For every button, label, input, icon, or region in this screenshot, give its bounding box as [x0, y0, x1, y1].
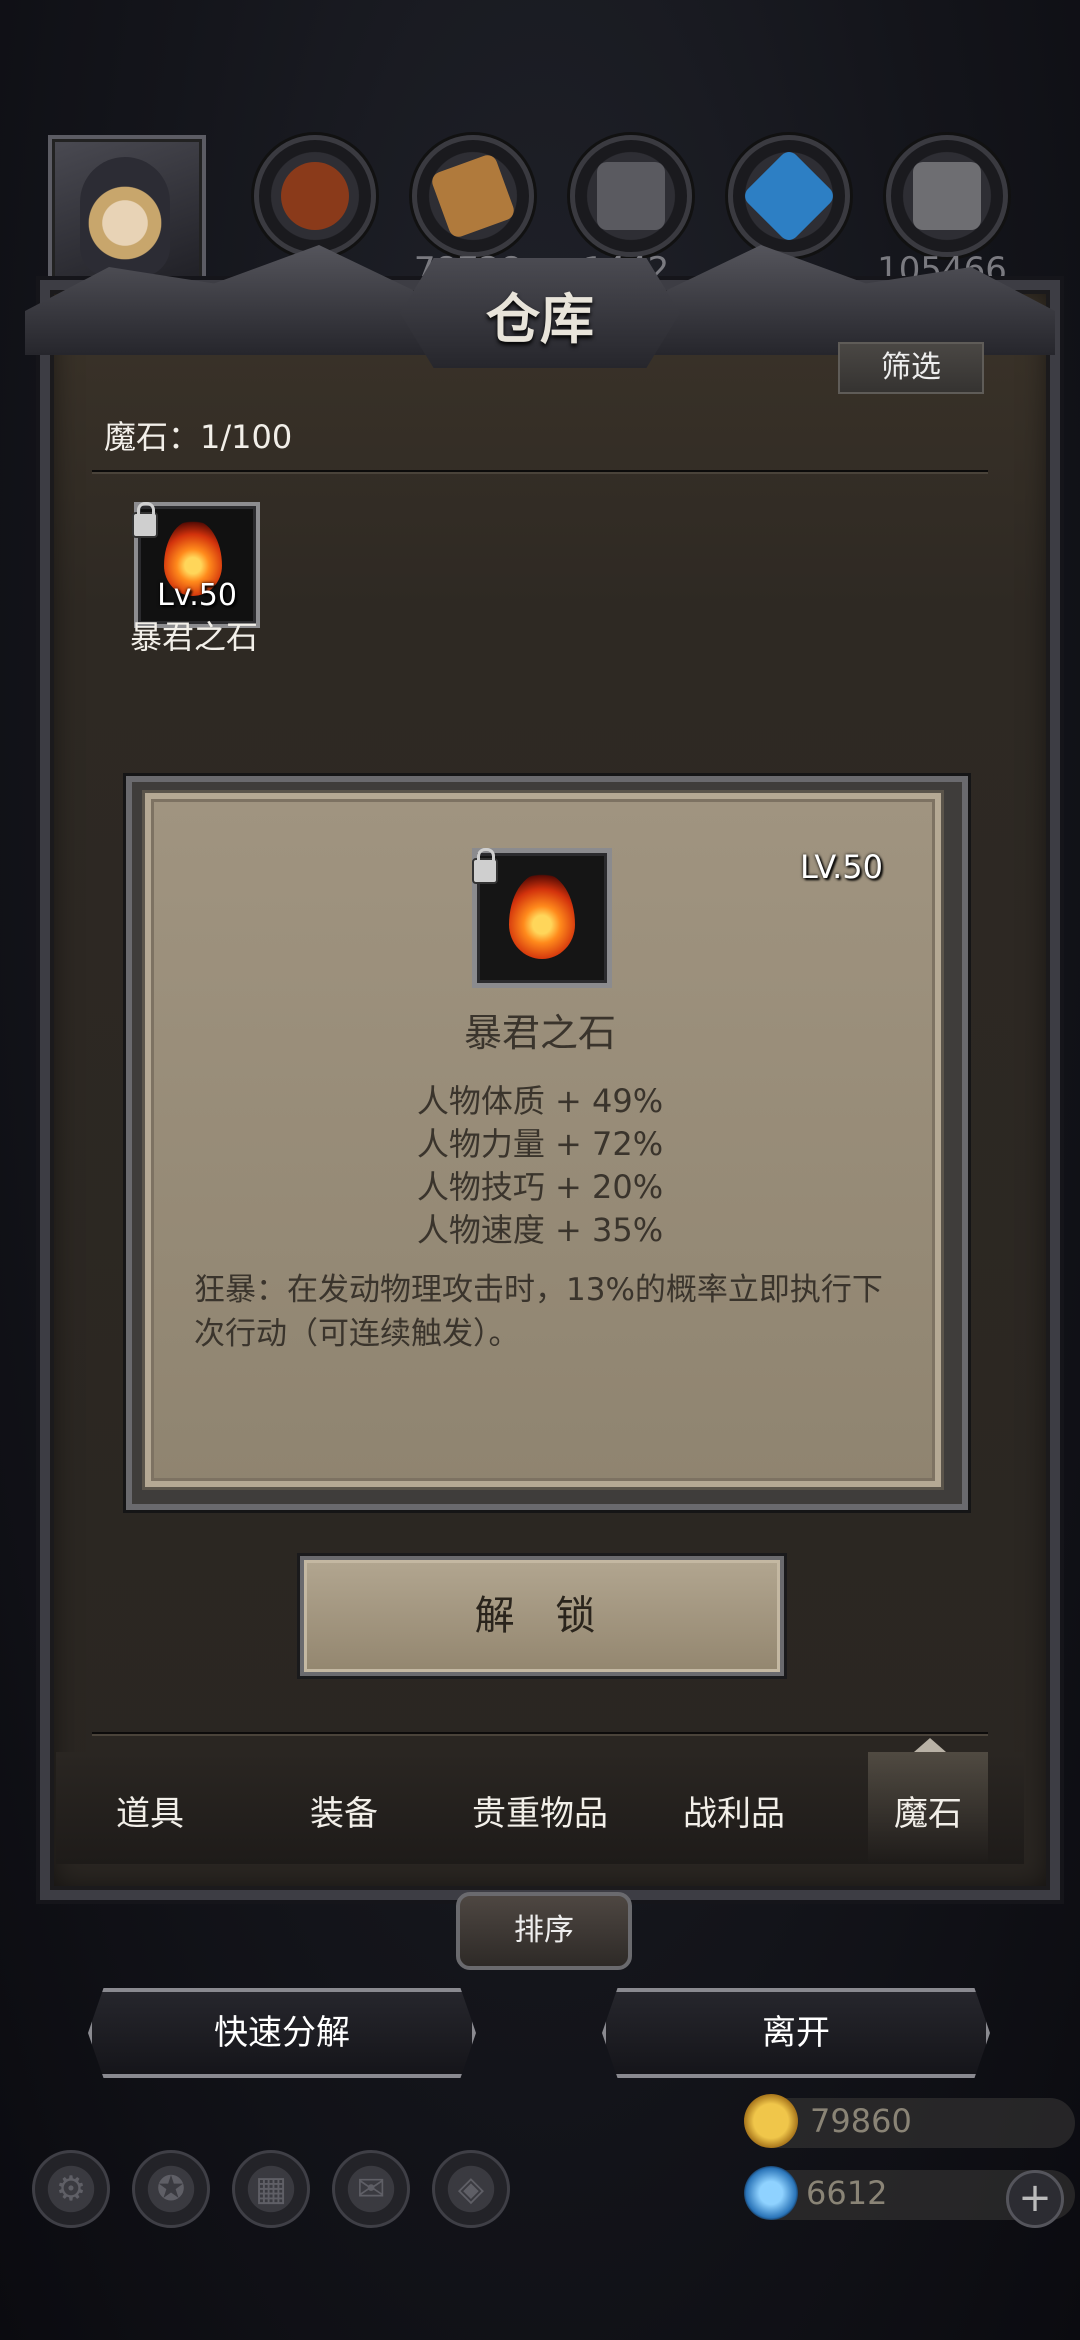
mail-icon[interactable]: ✉: [332, 2150, 410, 2228]
resource-stone[interactable]: [886, 135, 1008, 257]
resource-crystal[interactable]: [728, 135, 850, 257]
tab-items[interactable]: 道具: [60, 1786, 240, 1835]
item-name: 暴君之石: [129, 618, 258, 656]
detail-item-name: 暴君之石: [463, 1011, 616, 1055]
crystal-icon: [740, 147, 838, 245]
unlock-button[interactable]: 解 锁: [300, 1556, 784, 1676]
stat-line: 人物体质 + 49%: [416, 1082, 664, 1120]
detail-level: LV.50: [800, 848, 883, 886]
tab-valuables[interactable]: 贵重物品: [450, 1786, 630, 1835]
gear-icon[interactable]: ⚙: [32, 2150, 110, 2228]
player-avatar[interactable]: [48, 135, 206, 293]
quick-decompose-button[interactable]: 快速分解: [88, 1988, 476, 2078]
resource-wood[interactable]: [412, 135, 534, 257]
resource-iron[interactable]: [570, 135, 692, 257]
fire-stone-icon: [509, 873, 575, 959]
gem-amount: 6612: [806, 2174, 888, 2212]
gold-amount: 79860: [810, 2102, 912, 2140]
stat-line: 人物速度 + 35%: [416, 1211, 664, 1249]
lock-icon: [132, 502, 158, 538]
stone-icon: [913, 162, 981, 230]
divider: [92, 470, 988, 472]
blue-gem-icon: [744, 2166, 798, 2220]
magic-stone-count: 魔石：1/100: [104, 418, 293, 456]
add-currency-button[interactable]: +: [1006, 2170, 1064, 2228]
filter-button[interactable]: 筛选: [838, 342, 984, 394]
item-level: Lv.50: [157, 578, 237, 613]
leave-button[interactable]: 离开: [602, 1988, 990, 2078]
iron-icon: [597, 162, 665, 230]
stat-line: 人物技巧 + 20%: [416, 1168, 664, 1206]
stat-line: 人物力量 + 72%: [416, 1125, 664, 1163]
box-icon[interactable]: ◈: [432, 2150, 510, 2228]
gold-coin-icon: [744, 2094, 798, 2148]
badge-icon[interactable]: ✪: [132, 2150, 210, 2228]
active-tab-arrow-icon: [914, 1738, 946, 1752]
wood-icon: [429, 152, 517, 240]
tab-equipment[interactable]: 装备: [254, 1786, 434, 1835]
skill-description: 狂暴：在发动物理攻击时，13%的概率立即执行下次行动（可连续触发）。: [194, 1272, 883, 1352]
tab-loot[interactable]: 战利品: [644, 1786, 824, 1835]
resource-meat[interactable]: [254, 135, 376, 257]
sort-button[interactable]: 排序: [456, 1892, 632, 1970]
panel-title: 仓库: [486, 287, 594, 351]
map-icon[interactable]: ▦: [232, 2150, 310, 2228]
portrait-icon: [80, 157, 170, 277]
lock-icon: [472, 848, 498, 884]
tab-magic-stones[interactable]: 魔石: [838, 1786, 1018, 1835]
divider: [92, 1732, 988, 1734]
meat-icon: [281, 162, 349, 230]
